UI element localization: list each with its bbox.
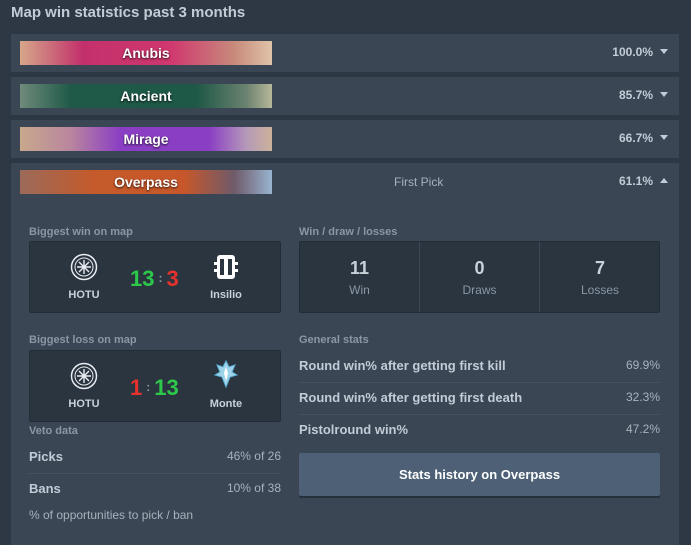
score: 13:3 <box>130 266 179 292</box>
hotu-logo-icon <box>69 252 99 282</box>
chevron-up-icon[interactable] <box>659 175 669 185</box>
wdl-losses: 7 Losses <box>540 242 660 312</box>
stat-row: Pistolround win% 47.2% <box>299 415 660 447</box>
win-count: 11 <box>349 258 370 278</box>
map-banner-mirage: Mirage <box>20 127 272 151</box>
team2-name: Monte <box>209 398 243 410</box>
map-name: Mirage <box>123 131 169 147</box>
wdl-win: 11 Win <box>300 242 420 312</box>
bans-value: 10% of 38 <box>226 481 281 495</box>
draws-label: Draws <box>462 283 497 297</box>
score-separator: : <box>158 271 163 285</box>
map-banner-anubis: Anubis <box>20 41 272 65</box>
stat-row: Round win% after getting first kill 69.9… <box>299 351 660 383</box>
stat-value: 69.9% <box>625 358 660 372</box>
stat-label: Round win% after getting first kill <box>299 358 506 373</box>
chevron-down-icon[interactable] <box>659 132 669 142</box>
biggest-loss-box: HOTU 1:13 Monte <box>29 350 281 422</box>
general-stats-label: General stats <box>299 334 369 346</box>
win-label: Win <box>349 283 370 297</box>
biggest-win-box: HOTU 13:3 Insilio <box>29 241 281 313</box>
first-pick-label: First Pick <box>394 175 444 189</box>
team1-name: HOTU <box>68 398 100 410</box>
stat-value: 47.2% <box>625 422 660 436</box>
map-win-pct: 66.7% <box>618 131 653 145</box>
veto-data-label: Veto data <box>29 425 78 437</box>
map-win-pct: 85.7% <box>618 88 653 102</box>
stat-label: Round win% after getting first death <box>299 390 523 405</box>
picks-label: Picks <box>29 449 63 464</box>
map-win-pct: 61.1% <box>618 174 653 188</box>
score-team1: 13 <box>130 266 155 291</box>
map-row-overpass[interactable]: Overpass First Pick 61.1% <box>11 163 679 201</box>
monte-logo-icon <box>211 359 241 389</box>
map-name: Ancient <box>120 88 172 104</box>
wdl-label: Win / draw / losses <box>299 226 398 238</box>
picks-value: 46% of 26 <box>226 449 281 463</box>
map-win-pct: 100.0% <box>612 45 653 59</box>
map-name: Overpass <box>114 174 178 190</box>
biggest-loss-label: Biggest loss on map <box>29 334 137 346</box>
score-team1: 1 <box>130 375 143 400</box>
section-title: Map win statistics past 3 months <box>11 4 246 21</box>
stats-history-button[interactable]: Stats history on Overpass <box>299 453 660 496</box>
map-row-anubis[interactable]: Anubis 100.0% <box>11 34 679 72</box>
losses-count: 7 <box>594 258 605 278</box>
hotu-logo-icon <box>69 361 99 391</box>
biggest-win-label: Biggest win on map <box>29 226 133 238</box>
team1-name: HOTU <box>68 289 100 301</box>
map-banner-overpass: Overpass <box>20 170 272 194</box>
map-row-ancient[interactable]: Ancient 85.7% <box>11 77 679 115</box>
score-separator: : <box>146 380 151 394</box>
veto-footnote: % of opportunities to pick / ban <box>29 508 194 522</box>
chevron-down-icon[interactable] <box>659 46 669 56</box>
map-row-mirage[interactable]: Mirage 66.7% <box>11 120 679 158</box>
wdl-box: 11 Win 0 Draws 7 Losses <box>299 241 660 313</box>
veto-picks-row: Picks 46% of 26 <box>29 442 281 474</box>
team2-name: Insilio <box>210 289 242 301</box>
stat-value: 32.3% <box>625 390 660 404</box>
chevron-down-icon[interactable] <box>659 89 669 99</box>
score-team2: 13 <box>154 375 179 400</box>
draws-count: 0 <box>474 258 485 278</box>
map-name: Anubis <box>122 45 170 61</box>
stat-label: Pistolround win% <box>299 422 409 437</box>
veto-bans-row: Bans 10% of 38 <box>29 474 281 506</box>
map-banner-ancient: Ancient <box>20 84 272 108</box>
bans-label: Bans <box>29 481 61 496</box>
insilio-logo-icon <box>211 252 241 282</box>
score: 1:13 <box>130 375 179 401</box>
score-team2: 3 <box>166 266 179 291</box>
wdl-draws: 0 Draws <box>420 242 540 312</box>
losses-label: Losses <box>580 283 620 297</box>
stat-row: Round win% after getting first death 32.… <box>299 383 660 415</box>
